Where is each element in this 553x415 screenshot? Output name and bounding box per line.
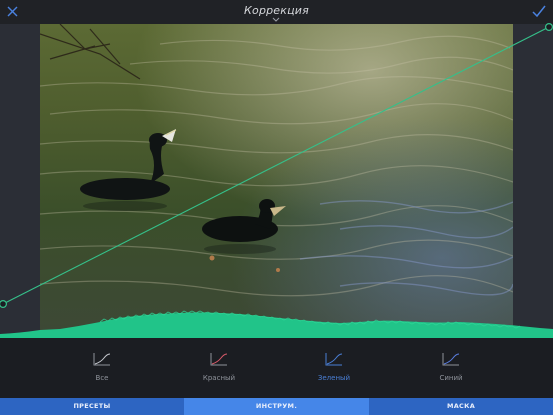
top-bar: Коррекция <box>0 0 553 24</box>
page-title: Коррекция <box>244 4 309 17</box>
check-icon <box>532 5 546 18</box>
channel-selector: Все Красный Зеленый Синий <box>0 338 553 398</box>
channel-red-label: Красный <box>202 374 236 382</box>
tab-mask[interactable]: МАСКА <box>369 398 553 415</box>
photo-canvas[interactable] <box>0 24 553 336</box>
canvas-margin-left <box>0 24 40 336</box>
canvas-margin-right <box>513 24 553 336</box>
channel-all-label: Все <box>95 374 109 382</box>
edited-photo <box>40 24 513 336</box>
channel-all-button[interactable]: Все <box>67 352 137 392</box>
channel-blue-label: Синий <box>439 374 463 382</box>
curve-handle-white-point[interactable] <box>544 23 553 32</box>
tab-presets[interactable]: ПРЕСЕТЫ <box>0 398 184 415</box>
curve-green-icon <box>325 353 343 366</box>
channel-red-button[interactable]: Красный <box>184 352 254 392</box>
curve-blue-icon <box>442 353 460 366</box>
curve-handle-black-point[interactable] <box>0 300 7 308</box>
confirm-button[interactable] <box>528 2 550 22</box>
photo-image <box>40 24 513 336</box>
bottom-tab-bar: ПРЕСЕТЫ ИНСТРУМ. МАСКА <box>0 398 553 415</box>
channel-blue-button[interactable]: Синий <box>416 352 486 392</box>
tab-tools[interactable]: ИНСТРУМ. <box>184 398 369 415</box>
channel-green-button[interactable]: Зеленый <box>299 352 369 392</box>
channel-green-label: Зеленый <box>317 374 351 382</box>
chevron-down-icon[interactable] <box>271 17 281 23</box>
curve-all-icon <box>93 353 111 366</box>
curve-red-icon <box>210 353 228 366</box>
